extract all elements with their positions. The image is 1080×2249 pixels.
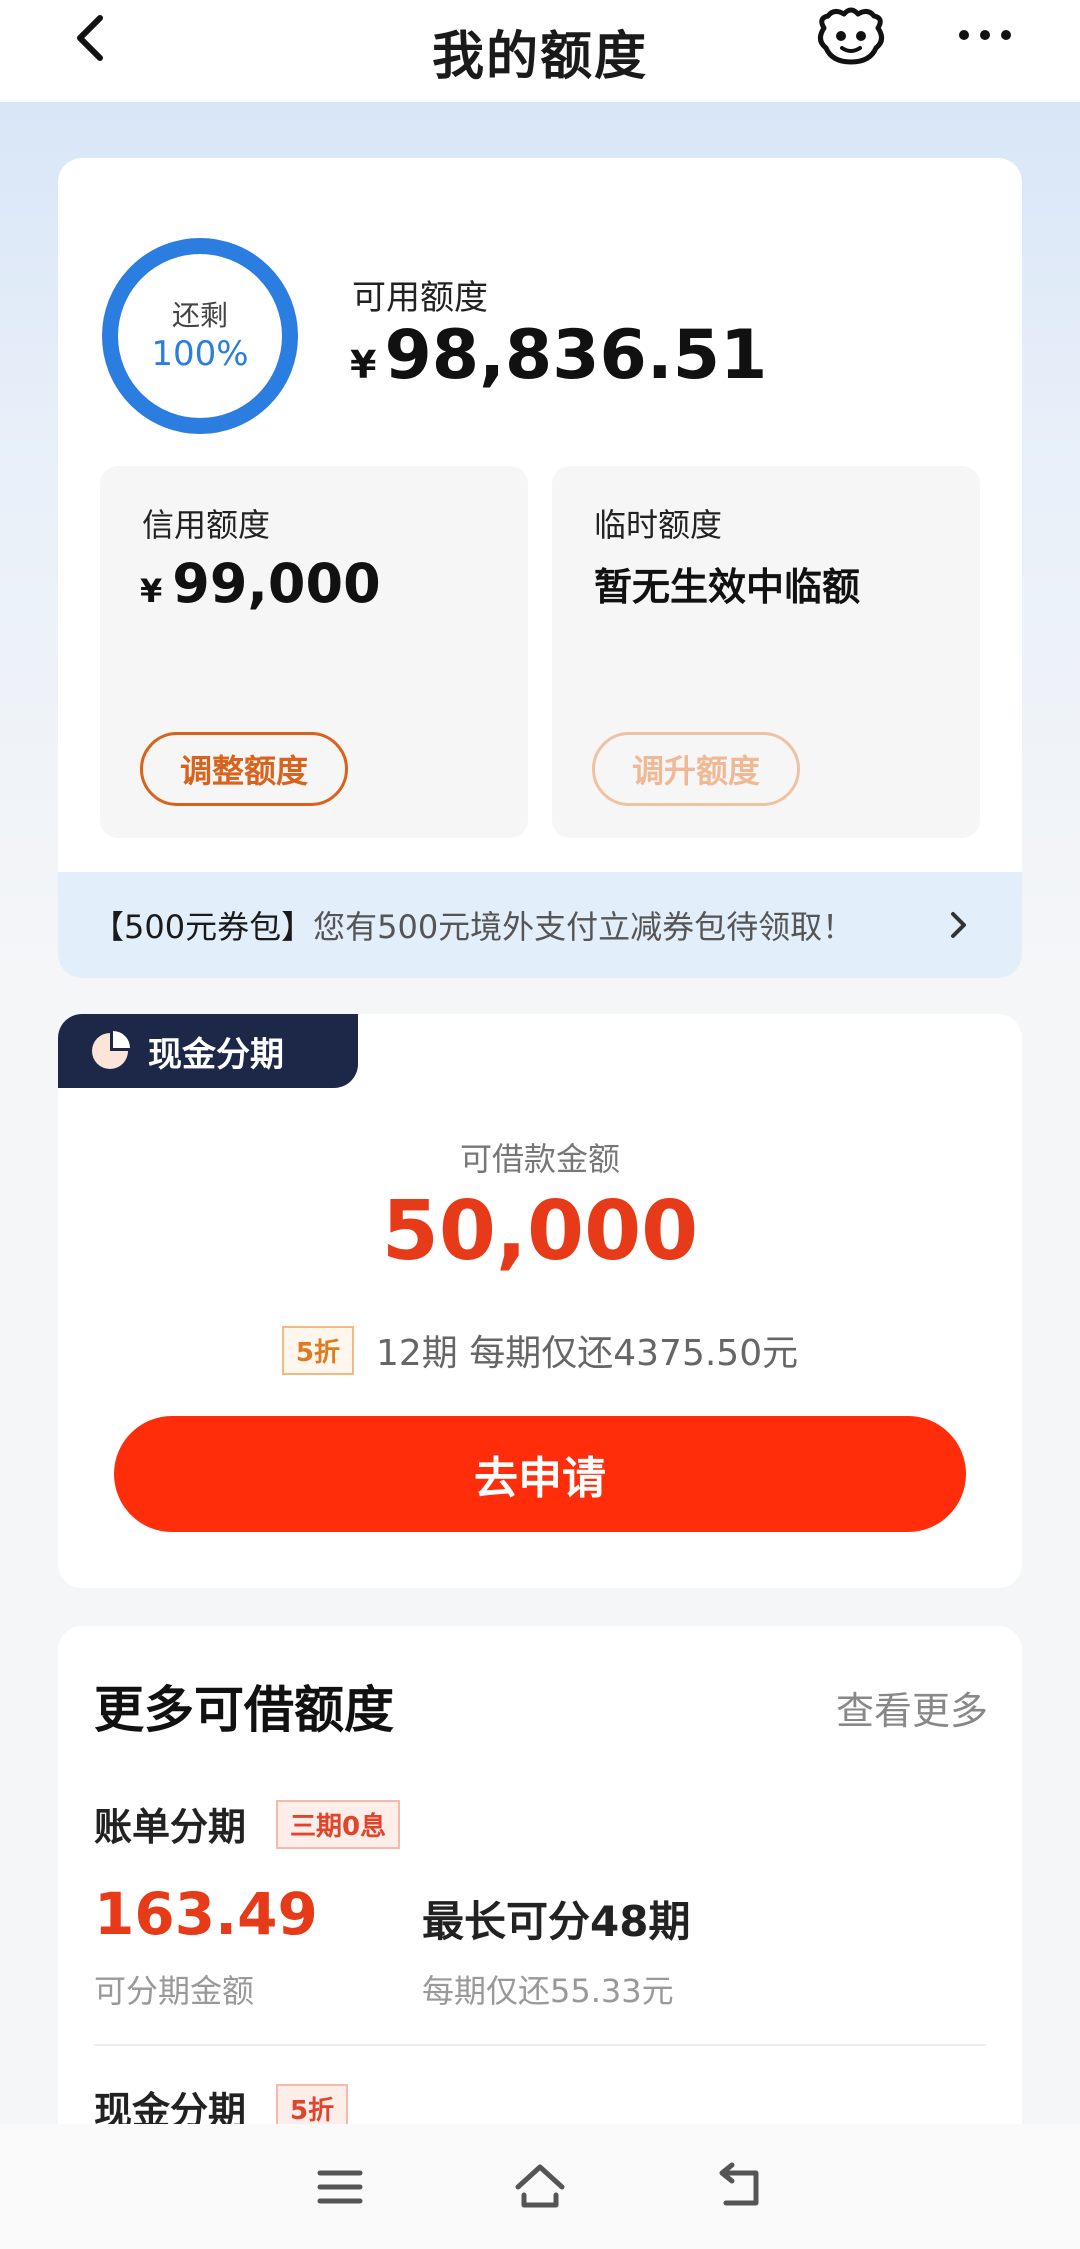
raise-limit-button[interactable]: 调升额度 (592, 732, 800, 806)
temporary-limit-label: 临时额度 (594, 506, 723, 544)
loan-amount-value: 50,000 (381, 1184, 699, 1279)
credit-limit-label: 信用额度 (142, 506, 271, 544)
promo-tag: 【500元券包】 (92, 908, 314, 946)
credit-limit-value: 99,000 (172, 552, 381, 615)
page-title: 我的额度 (431, 26, 648, 87)
loan-plan-info: 5折 12期 每期仅还4375.50元 (58, 1324, 1022, 1376)
loan-plan-text: 12期 每期仅还4375.50元 (375, 1333, 799, 1374)
currency-symbol: ¥ (140, 572, 163, 610)
system-navigation-bar (0, 2124, 1080, 2249)
credit-limit-amount: ¥ 99,000 (140, 552, 381, 615)
divider (94, 2044, 986, 2046)
bill-installment-tag: 三期0息 (276, 1800, 401, 1849)
temporary-limit-note: 暂无生效中临额 (594, 565, 861, 609)
cash-installment-tab: 现金分期 (58, 1014, 358, 1088)
ring-value: 100% (151, 334, 249, 374)
cash-installment-card: 现金分期 可借款金额 50,000 5折 12期 每期仅还4375.50元 去申… (58, 1014, 1022, 1588)
bill-installment-amount: 163.49 (94, 1880, 318, 1948)
robot-service-icon[interactable] (812, 6, 890, 72)
available-label: 可用额度 (352, 278, 488, 318)
temporary-limit-panel: 临时额度 暂无生效中临额 调升额度 (552, 466, 980, 838)
discount-badge: 5折 (281, 1325, 354, 1375)
available-amount-value: 98,836.51 (384, 316, 768, 395)
more-dots-icon[interactable] (950, 10, 1020, 60)
chevron-right-icon (951, 912, 966, 938)
coupon-promo-bar[interactable]: 【500元券包】 您有500元境外支付立减券包待领取！ (58, 872, 1022, 978)
pie-chart-icon (92, 1031, 130, 1069)
home-icon[interactable] (510, 2157, 570, 2217)
apply-button[interactable]: 去申请 (114, 1416, 966, 1532)
bill-installment-amount-label: 可分期金额 (94, 1972, 255, 2010)
back-arrow-icon[interactable] (62, 8, 122, 68)
quota-card: 还剩 100% 可用额度 ¥ 98,836.51 信用额度 ¥ 99,000 调… (58, 158, 1022, 978)
adjust-limit-button[interactable]: 调整额度 (140, 732, 348, 806)
available-amount: ¥ 98,836.51 (350, 316, 767, 395)
credit-limit-panel: 信用额度 ¥ 99,000 调整额度 (100, 466, 528, 838)
return-icon[interactable] (710, 2157, 770, 2217)
loan-amount-label: 可借款金额 (459, 1140, 620, 1178)
currency-symbol: ¥ (350, 343, 377, 387)
bill-installment-title[interactable]: 账单分期 (94, 1796, 246, 1851)
menu-icon[interactable] (310, 2157, 370, 2217)
view-more-link[interactable]: 查看更多 (836, 1680, 988, 1735)
cash-installment-tab-label: 现金分期 (148, 1034, 284, 1075)
top-bar: 我的额度 (0, 0, 1080, 102)
bill-installment-max-periods: 最长可分48期 (422, 1897, 691, 1946)
ring-label: 还剩 (171, 299, 228, 332)
bill-installment-per-period: 每期仅还55.33元 (422, 1972, 674, 2010)
promo-text: 您有500元境外支付立减券包待领取！ (313, 908, 855, 946)
more-quota-title: 更多可借额度 (94, 1681, 394, 1739)
